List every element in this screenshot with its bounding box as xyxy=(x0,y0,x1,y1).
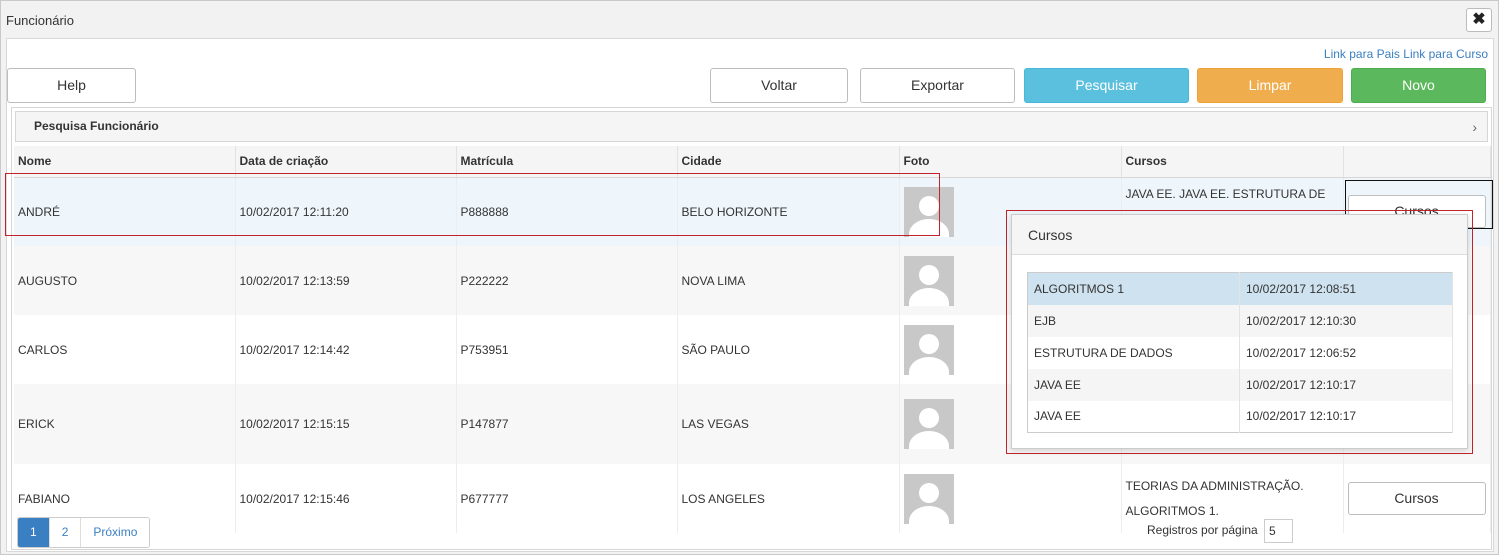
cell-nome: ERICK xyxy=(14,384,236,464)
cell-data: 10/02/2017 12:15:46 xyxy=(235,464,457,533)
cell-matricula: P147877 xyxy=(456,384,678,464)
link-curso[interactable]: Link para Curso xyxy=(1403,47,1488,61)
cell-data: 10/02/2017 12:14:42 xyxy=(235,315,457,384)
funcionario-window: Funcionário ✖ Link para Pais Link para C… xyxy=(0,0,1499,555)
page-1[interactable]: 1 xyxy=(18,518,50,547)
cell-data: 10/02/2017 12:15:15 xyxy=(235,384,457,464)
avatar-icon xyxy=(903,324,954,375)
next-page[interactable]: Próximo xyxy=(81,518,150,547)
cell-actions: Cursos xyxy=(1343,464,1491,533)
search-panel-title: Pesquisa Funcionário xyxy=(34,119,159,133)
pagination: 1 2 Próximo xyxy=(17,517,151,548)
limpar-button[interactable]: Limpar xyxy=(1197,68,1343,103)
top-links: Link para Pais Link para Curso xyxy=(1324,47,1488,61)
chevron-right-icon[interactable]: › xyxy=(1472,119,1477,135)
avatar-icon xyxy=(903,473,954,524)
cell-cidade: NOVA LIMA xyxy=(677,246,900,315)
per-page-input[interactable]: 5 xyxy=(1264,519,1293,543)
cursos-text: TEORIAS DA ADMINISTRAÇÃO. xyxy=(1125,478,1304,493)
help-button[interactable]: Help xyxy=(7,68,136,103)
avatar-icon xyxy=(903,399,954,449)
popup-highlight-box xyxy=(1006,210,1473,454)
cell-cidade: LOS ANGELES xyxy=(677,464,900,533)
cell-nome: CARLOS xyxy=(14,315,236,384)
search-panel-header[interactable]: Pesquisa Funcionário › xyxy=(15,111,1488,142)
cell-cidade: SÃO PAULO xyxy=(677,315,900,384)
col-actions xyxy=(1343,146,1491,178)
cell-foto xyxy=(899,464,1122,533)
per-page-label: Registros por página xyxy=(1147,523,1258,537)
col-cursos[interactable]: Cursos xyxy=(1121,146,1344,178)
exportar-button[interactable]: Exportar xyxy=(860,68,1015,103)
novo-button[interactable]: Novo xyxy=(1351,68,1486,103)
link-pais[interactable]: Link para Pais xyxy=(1324,47,1400,61)
cursos-text: ALGORITMOS 1. xyxy=(1125,503,1219,518)
avatar-icon xyxy=(903,255,954,306)
cell-matricula: P753951 xyxy=(456,315,678,384)
cursos-text: JAVA EE. JAVA EE. ESTRUTURA DE xyxy=(1125,186,1326,201)
cell-nome: AUGUSTO xyxy=(14,246,236,315)
voltar-button[interactable]: Voltar xyxy=(710,68,848,103)
cell-data: 10/02/2017 12:13:59 xyxy=(235,246,457,315)
cell-matricula: P222222 xyxy=(456,246,678,315)
close-icon[interactable]: ✖ xyxy=(1466,8,1492,32)
pesquisar-button[interactable]: Pesquisar xyxy=(1024,68,1189,103)
window-title: Funcionário xyxy=(6,13,74,28)
cell-matricula: P677777 xyxy=(456,464,678,533)
row-highlight-box xyxy=(5,173,940,236)
page-2[interactable]: 2 xyxy=(49,518,82,547)
cursos-button[interactable]: Cursos xyxy=(1347,482,1486,515)
cell-cidade: LAS VEGAS xyxy=(677,384,900,464)
